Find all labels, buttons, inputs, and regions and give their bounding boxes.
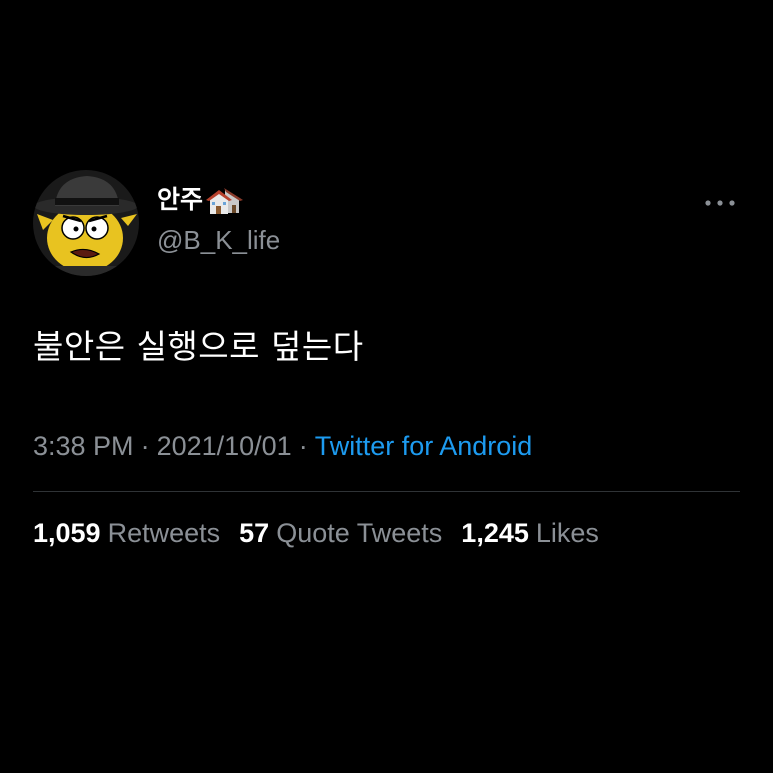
tweet-source-link[interactable]: Twitter for Android: [315, 431, 533, 461]
retweets-count: 1,059: [33, 518, 101, 548]
user-handle[interactable]: @B_K_life: [157, 224, 280, 256]
engagement-stats: 1,059 Retweets 57 Quote Tweets 1,245 Likes: [33, 514, 599, 552]
meta-separator: ·: [140, 431, 150, 461]
tweet-date[interactable]: 2021/10/01: [157, 431, 292, 461]
likes-count: 1,245: [461, 518, 529, 548]
likes-stat[interactable]: 1,245 Likes: [461, 514, 599, 552]
retweets-label: Retweets: [107, 518, 221, 548]
quote-tweets-stat[interactable]: 57 Quote Tweets: [239, 514, 442, 552]
tweet-time[interactable]: 3:38 PM: [33, 431, 134, 461]
avatar-image: [33, 170, 139, 276]
display-name-row[interactable]: 안주: [157, 183, 247, 217]
house-buildings-icon: [206, 188, 244, 214]
tweet-text: 불안은 실행으로 덮는다: [33, 327, 364, 366]
quote-tweets-label: Quote Tweets: [276, 518, 443, 548]
display-name: 안주: [157, 185, 204, 214]
likes-label: Likes: [535, 518, 599, 548]
tweet-detail: 안주 @B_K_life 불안은 실행으로 덮는다 3:38 PM · 2021/1…: [0, 0, 773, 773]
meta-separator: ·: [298, 431, 308, 461]
retweets-stat[interactable]: 1,059 Retweets: [33, 514, 220, 552]
avatar[interactable]: [33, 170, 139, 276]
tweet-meta: 3:38 PM · 2021/10/01 · Twitter for Android: [33, 428, 532, 464]
more-options-icon[interactable]: [700, 192, 740, 214]
divider: [33, 491, 740, 492]
quote-tweets-count: 57: [239, 518, 270, 548]
